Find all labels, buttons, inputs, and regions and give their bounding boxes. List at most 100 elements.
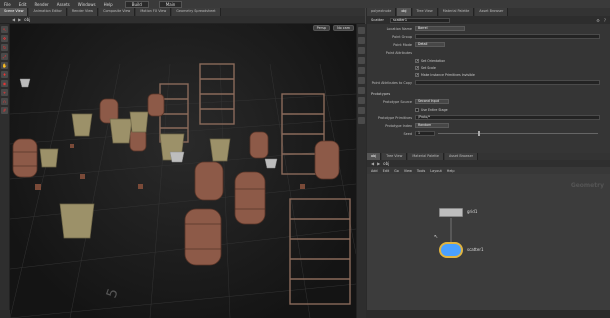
checkbox-label: Make Instance Primitives Invisible [421, 72, 475, 77]
tab-tree-view-2[interactable]: Tree View [382, 153, 408, 160]
seed-slider[interactable] [438, 131, 598, 136]
display-option-icon[interactable] [358, 117, 365, 124]
point-group-field[interactable] [415, 34, 600, 39]
select-tool-icon[interactable]: ↖ [1, 26, 8, 33]
param-row-check: ✓ Make Instance Primitives Invisible [367, 71, 610, 78]
display-option-icon[interactable] [358, 57, 365, 64]
node-wires [450, 218, 452, 242]
net-menu-go[interactable]: Go [394, 169, 399, 173]
scatter1-node[interactable] [439, 242, 463, 258]
net-menu-tools[interactable]: Tools [417, 169, 425, 173]
menu-assets[interactable]: Assets [55, 2, 72, 7]
3d-viewport[interactable]: 5 Persp No cam [10, 24, 356, 318]
tab-material-palette-2[interactable]: Material Palette [408, 153, 444, 160]
param-label: Prototype Primitives [377, 115, 412, 120]
grid-tool-icon[interactable]: # [1, 107, 8, 114]
prototype-primitives-field[interactable]: /Proto/* [415, 115, 600, 120]
param-label: Location Name [386, 26, 412, 31]
tab-obj[interactable]: obj [397, 8, 412, 16]
scale-tool-icon[interactable]: ⤢ [1, 53, 8, 60]
net-menu-add[interactable]: Add [371, 169, 378, 173]
view-tool-icon[interactable]: ◉ [1, 80, 8, 87]
network-menubar: Add Edit Go View Tools Layout Help [367, 167, 610, 174]
display-option-icon[interactable] [358, 97, 365, 104]
node-name-field[interactable]: scatter1 [389, 17, 450, 23]
grid1-node[interactable] [439, 208, 463, 217]
display-option-icon[interactable] [358, 77, 365, 84]
prototype-source-menu[interactable]: Second Input [415, 99, 449, 104]
param-row-point-attributes: Point Attributes [367, 49, 610, 56]
tab-composite-view[interactable]: Composite View [99, 8, 136, 16]
back-arrow-icon[interactable]: ◀ [12, 17, 15, 22]
tab-asset-browser-2[interactable]: Asset Browser [444, 153, 479, 160]
net-menu-help[interactable]: Help [447, 169, 455, 173]
persp-menu[interactable]: Persp [312, 25, 330, 31]
use-entire-stage-checkbox[interactable]: Use Entire Stage [415, 107, 448, 112]
magnet-tool-icon[interactable]: ∩ [1, 98, 8, 105]
checkbox-label: Set Orientation [421, 58, 446, 63]
help-icon[interactable]: ? [604, 18, 606, 23]
snap-tool-icon[interactable]: ⌖ [1, 89, 8, 96]
tab-render-view[interactable]: Render View [67, 8, 99, 16]
checkmark-icon: ✓ [415, 58, 419, 63]
location-name-menu[interactable]: Barrel [415, 26, 465, 31]
menu-file[interactable]: File [2, 2, 13, 7]
cursor-icon: ↖ [434, 234, 439, 240]
param-label: Prototype Index [385, 123, 412, 128]
param-label: Point Attributes to Copy [371, 80, 412, 85]
tab-asset-browser[interactable]: Asset Browser [475, 8, 509, 16]
pose-tool-icon[interactable]: ♦ [1, 71, 8, 78]
viewport-path[interactable]: obj [24, 17, 30, 22]
menu-windows[interactable]: Windows [76, 2, 98, 7]
attributes-copy-field[interactable] [415, 80, 600, 85]
make-invisible-checkbox[interactable]: ✓ Make Instance Primitives Invisible [415, 72, 475, 77]
network-path-bar: ◀ ▶ obj [367, 160, 610, 167]
display-option-icon[interactable] [358, 67, 365, 74]
right-pane: polyextrude obj Tree View Material Palet… [367, 8, 610, 310]
shelf-selector[interactable]: Main [158, 0, 183, 8]
back-arrow-icon[interactable]: ◀ [371, 161, 374, 166]
net-menu-view[interactable]: View [404, 169, 412, 173]
gear-icon[interactable]: ⚙ [596, 18, 600, 23]
net-menu-layout[interactable]: Layout [430, 169, 442, 173]
forward-arrow-icon[interactable]: ▶ [18, 17, 21, 22]
rotate-tool-icon[interactable]: ↻ [1, 44, 8, 51]
handle-tool-icon[interactable]: ✋ [1, 62, 8, 69]
param-row-check: ✓ Set Orientation [367, 57, 610, 64]
menu-help[interactable]: Help [102, 2, 115, 7]
camera-menu[interactable]: No cam [333, 25, 354, 31]
slider-handle[interactable] [478, 131, 480, 136]
tab-motion-fx[interactable]: Motion FX View [136, 8, 172, 16]
svg-text:5: 5 [104, 287, 122, 301]
move-tool-icon[interactable]: ✥ [1, 35, 8, 42]
set-orientation-checkbox[interactable]: ✓ Set Orientation [415, 58, 446, 63]
seed-field[interactable]: 1 [415, 131, 435, 136]
tab-geometry-spreadsheet[interactable]: Geometry Spreadsheet [172, 8, 221, 16]
point-mode-menu[interactable]: Detail [415, 42, 445, 47]
network-path[interactable]: obj [383, 161, 389, 166]
left-tab-bar: Scene View Animation Editor Render View … [0, 8, 365, 16]
menu-edit[interactable]: Edit [17, 2, 29, 7]
display-option-icon[interactable] [358, 107, 365, 114]
param-label: Point Attributes [385, 50, 412, 55]
display-option-icon[interactable] [358, 37, 365, 44]
desktop-selector[interactable]: Build [124, 0, 149, 8]
tab-scene-view[interactable]: Scene View [0, 8, 29, 16]
menu-render[interactable]: Render [32, 2, 50, 7]
tab-material-palette[interactable]: Material Palette [438, 8, 475, 16]
tab-tree-view[interactable]: Tree View [412, 8, 438, 16]
param-label: Seed [403, 131, 412, 136]
display-option-icon[interactable] [358, 27, 365, 34]
viewport-tool-strip: ↖ ✥ ↻ ⤢ ✋ ♦ ◉ ⌖ ∩ # [0, 24, 10, 310]
display-option-icon[interactable] [358, 87, 365, 94]
tab-polyextrude[interactable]: polyextrude [367, 8, 397, 16]
net-menu-edit[interactable]: Edit [383, 169, 390, 173]
param-header: Scatter scatter1 ⚙ ? [367, 16, 610, 24]
display-option-icon[interactable] [358, 47, 365, 54]
prototype-index-menu[interactable]: Random [415, 123, 449, 128]
tab-animation-editor[interactable]: Animation Editor [29, 8, 67, 16]
set-scale-checkbox[interactable]: ✓ Set Scale [415, 65, 436, 70]
network-canvas[interactable]: Geometry grid1 scatter1 ↖ [367, 174, 610, 310]
tab-network-obj[interactable]: obj [367, 153, 382, 160]
forward-arrow-icon[interactable]: ▶ [377, 161, 380, 166]
